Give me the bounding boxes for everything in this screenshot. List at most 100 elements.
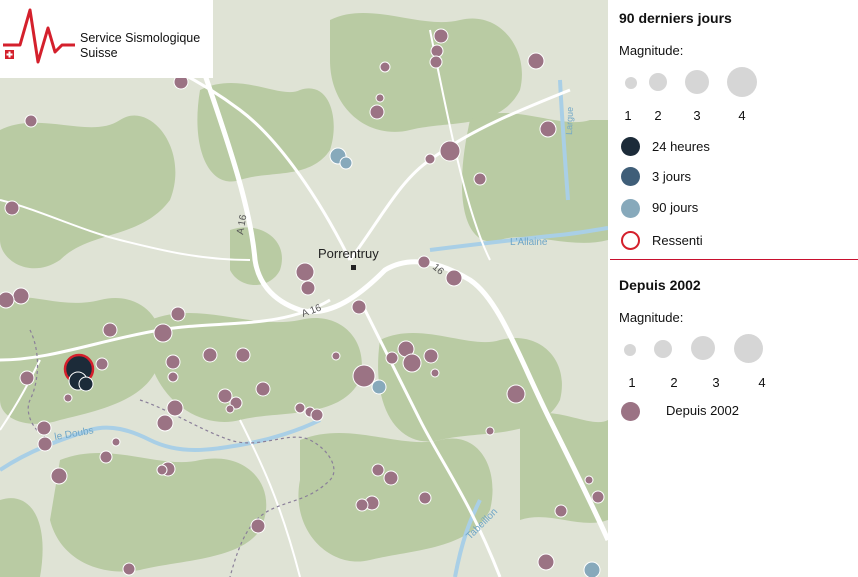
quake-marker-24h[interactable] — [78, 376, 94, 392]
quake-marker-since-2002[interactable] — [156, 464, 168, 476]
legend-title-recent: 90 derniers jours — [619, 10, 732, 26]
quake-marker-since-2002[interactable] — [24, 114, 38, 128]
quake-marker-since-2002[interactable] — [506, 384, 526, 404]
legend-label-3days: 3 jours — [652, 169, 692, 184]
quake-marker-since-2002[interactable] — [295, 262, 315, 282]
quake-marker-since-2002[interactable] — [485, 426, 495, 436]
river-label-doubs: le Doubs — [54, 425, 95, 443]
quake-marker-since-2002[interactable] — [202, 347, 218, 363]
quake-marker-since-2002[interactable] — [102, 322, 118, 338]
quake-marker-since-2002[interactable] — [294, 402, 306, 414]
legend-separator — [610, 259, 858, 260]
quake-marker-since-2002[interactable] — [591, 490, 605, 504]
quake-marker-since-2002[interactable] — [167, 371, 179, 383]
quake-marker-since-2002[interactable] — [375, 93, 385, 103]
quake-marker-since-2002[interactable] — [383, 470, 399, 486]
quake-marker-since-2002[interactable] — [539, 120, 557, 138]
magnitude-value: 2 — [654, 108, 662, 123]
quake-marker-since-2002[interactable] — [235, 347, 251, 363]
quake-marker-since-2002[interactable] — [225, 404, 235, 414]
quake-marker-since-2002[interactable] — [355, 498, 369, 512]
quake-marker-since-2002[interactable] — [379, 61, 391, 73]
magnitude-value: 3 — [712, 375, 720, 390]
legend-label-felt: Ressenti — [652, 233, 703, 248]
quake-marker-since-2002[interactable] — [584, 475, 594, 485]
quake-marker-since-2002[interactable] — [255, 381, 271, 397]
magnitude-size-3-icon — [691, 336, 715, 360]
quake-marker-since-2002[interactable] — [385, 351, 399, 365]
quake-marker-since-2002[interactable] — [99, 450, 113, 464]
logo-line-2: Suisse — [80, 46, 118, 60]
quake-marker-since-2002[interactable] — [424, 153, 436, 165]
magnitude-value: 1 — [628, 375, 636, 390]
quake-marker-since-2002[interactable] — [156, 414, 174, 432]
quake-marker-since-2002[interactable] — [417, 255, 431, 269]
quake-marker-since-2002[interactable] — [331, 351, 341, 361]
quake-marker-since-2002[interactable] — [153, 323, 173, 343]
road-label-a16: A 16 — [300, 302, 323, 319]
quake-marker-since-2002[interactable] — [122, 562, 136, 576]
quake-marker-90-days[interactable] — [371, 379, 387, 395]
legend-label-90days: 90 jours — [652, 200, 699, 215]
quake-marker-since-2002[interactable] — [439, 140, 461, 162]
quake-marker-since-2002[interactable] — [371, 463, 385, 477]
quake-marker-since-2002[interactable] — [0, 291, 15, 309]
magnitude-size-3-icon — [685, 70, 709, 94]
quake-marker-since-2002[interactable] — [369, 104, 385, 120]
quake-marker-since-2002[interactable] — [429, 55, 443, 69]
quake-marker-since-2002[interactable] — [12, 287, 30, 305]
river-label-allaine: L'Allaine — [510, 237, 548, 248]
legend-title-since-2002: Depuis 2002 — [619, 277, 701, 293]
legend-magnitude-label: Magnitude: — [619, 43, 684, 58]
legend-felt-icon — [621, 231, 640, 250]
quake-marker-since-2002[interactable] — [95, 357, 109, 371]
logo-text: Service Sismologique Suisse — [80, 31, 200, 61]
quake-marker-since-2002[interactable] — [430, 368, 440, 378]
quake-marker-since-2002[interactable] — [352, 364, 376, 388]
sed-logo[interactable]: Service Sismologique Suisse — [0, 0, 213, 78]
legend-label-24h: 24 heures — [652, 139, 710, 154]
map-area[interactable]: Porrentruy A 16 A 16 16 le Doubs L'Allai… — [0, 0, 608, 577]
magnitude-size-1-icon — [624, 344, 636, 356]
quake-marker-since-2002[interactable] — [36, 420, 52, 436]
magnitude-size-1-icon — [625, 77, 637, 89]
quake-marker-since-2002[interactable] — [166, 399, 184, 417]
quake-marker-since-2002[interactable] — [527, 52, 545, 70]
town-marker — [351, 265, 356, 270]
legend-magnitude-label: Magnitude: — [619, 310, 684, 325]
map-canvas[interactable]: Porrentruy A 16 A 16 16 le Doubs L'Allai… — [0, 0, 608, 577]
magnitude-size-4-icon — [734, 334, 763, 363]
legend-3days-icon — [621, 167, 640, 186]
quake-marker-since-2002[interactable] — [433, 28, 449, 44]
legend-90days-icon — [621, 199, 640, 218]
quake-marker-since-2002[interactable] — [402, 353, 422, 373]
magnitude-size-2-icon — [649, 73, 667, 91]
quake-marker-90-days[interactable] — [583, 561, 601, 577]
magnitude-value: 4 — [758, 375, 766, 390]
quake-marker-since-2002[interactable] — [351, 299, 367, 315]
legend-24h-icon — [621, 137, 640, 156]
quake-marker-90-days[interactable] — [339, 156, 353, 170]
quake-marker-since-2002[interactable] — [423, 348, 439, 364]
quake-marker-since-2002[interactable] — [445, 269, 463, 287]
quake-marker-since-2002[interactable] — [165, 354, 181, 370]
quake-marker-since-2002[interactable] — [37, 436, 53, 452]
quake-marker-since-2002[interactable] — [19, 370, 35, 386]
quake-marker-since-2002[interactable] — [4, 200, 20, 216]
quake-marker-since-2002[interactable] — [418, 491, 432, 505]
quake-marker-since-2002[interactable] — [250, 518, 266, 534]
quake-marker-since-2002[interactable] — [300, 280, 316, 296]
quake-marker-since-2002[interactable] — [537, 553, 555, 571]
seismogram-logo-icon — [3, 8, 75, 64]
quake-marker-since-2002[interactable] — [170, 306, 186, 322]
quake-marker-since-2002[interactable] — [310, 408, 324, 422]
quake-marker-since-2002[interactable] — [63, 393, 73, 403]
quake-marker-since-2002[interactable] — [50, 467, 68, 485]
magnitude-value: 4 — [738, 108, 746, 123]
quake-marker-since-2002[interactable] — [430, 44, 444, 58]
forest-areas — [0, 12, 608, 577]
quake-marker-since-2002[interactable] — [111, 437, 121, 447]
legend-since-2002-icon — [621, 402, 640, 421]
quake-marker-since-2002[interactable] — [473, 172, 487, 186]
quake-marker-since-2002[interactable] — [554, 504, 568, 518]
